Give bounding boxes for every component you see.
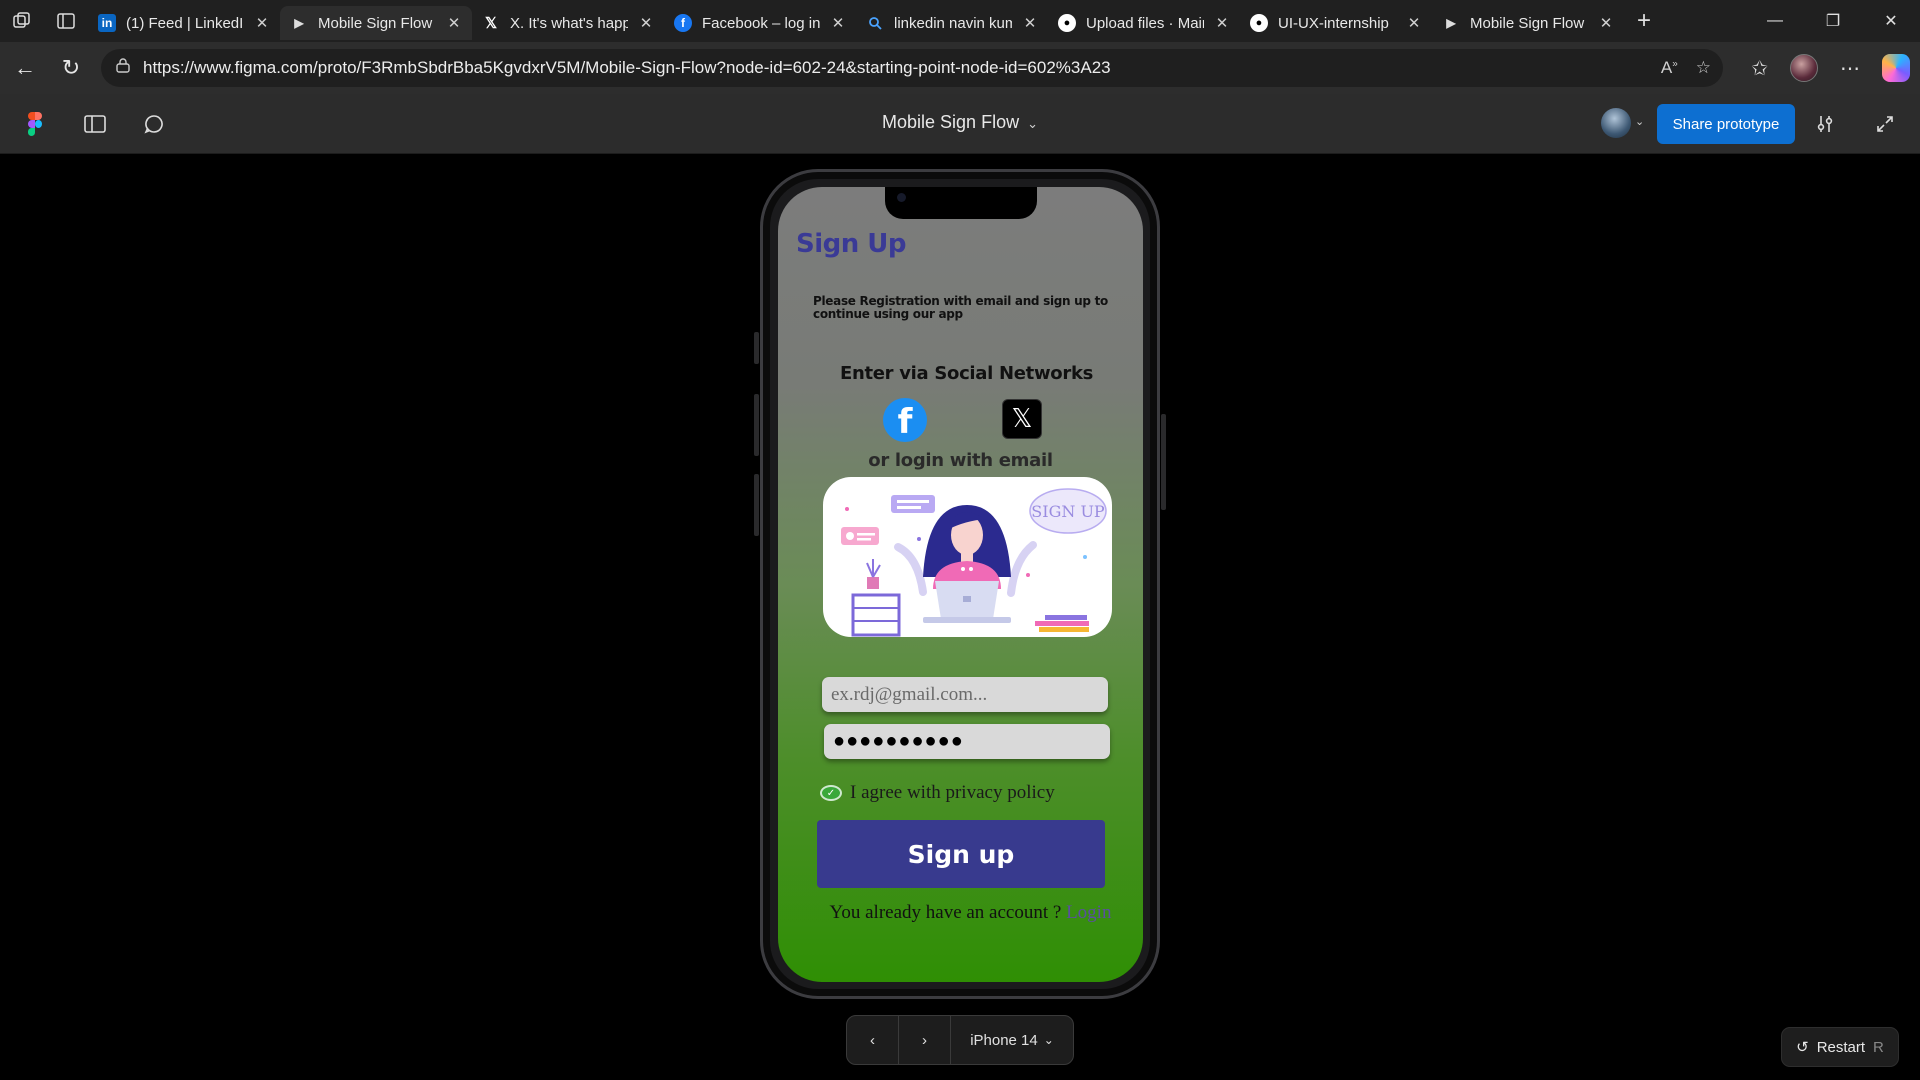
vertical-tabs-icon[interactable] (44, 0, 88, 42)
search-icon (866, 14, 884, 32)
facebook-login-button[interactable]: f (883, 398, 927, 442)
minimize-icon[interactable]: — (1746, 0, 1804, 42)
address-bar[interactable]: https://www.figma.com/proto/F3RmbSbdrBba… (101, 49, 1723, 87)
phone-power-button (1161, 414, 1166, 510)
login-link[interactable]: Login (1066, 902, 1111, 923)
restore-icon[interactable]: ❐ (1804, 0, 1862, 42)
x-icon: 𝕏 (1011, 404, 1033, 434)
tab-linkedin-feed[interactable]: in (1) Feed | LinkedIn ✕ (88, 6, 280, 40)
tab-title: linkedin navin kumar (894, 14, 1012, 32)
already-account-row: You already have an account ? Login (778, 902, 1143, 924)
phone-notch (885, 187, 1037, 219)
already-account-text: You already have an account ? (829, 902, 1062, 923)
facebook-icon: f (897, 402, 913, 442)
browser-tab-strip: in (1) Feed | LinkedIn ✕ ▶ Mobile Sign F… (0, 0, 1920, 42)
restart-button[interactable]: ↺ Restart R (1781, 1027, 1899, 1067)
tab-search[interactable]: linkedin navin kumar ✕ (856, 6, 1048, 40)
page-title: Sign Up (796, 229, 907, 259)
figma-play-icon: ▶ (294, 16, 304, 30)
read-aloud-icon[interactable]: A» (1661, 58, 1678, 78)
tab-title: (1) Feed | LinkedIn (126, 14, 244, 32)
chevron-down-icon: ⌄ (1043, 1033, 1054, 1047)
prototype-title-text: Mobile Sign Flow (882, 112, 1020, 132)
close-icon[interactable]: ✕ (830, 14, 846, 32)
favorite-star-icon[interactable]: ☆ (1696, 58, 1711, 78)
chevron-down-icon: ⌄ (1027, 116, 1038, 131)
figma-prototype-toolbar: Mobile Sign Flow ⌄ ⌄ Share prototype (0, 94, 1920, 154)
more-options-icon[interactable]: ⋯ (1840, 56, 1860, 81)
workspaces-icon[interactable] (0, 0, 44, 42)
url-text: https://www.figma.com/proto/F3RmbSbdrBba… (143, 58, 1111, 77)
privacy-agree-label: I agree with privacy policy (850, 782, 1055, 803)
tab-title: UI-UX-internship (1278, 14, 1389, 32)
tab-mobile-sign-flow[interactable]: ▶ Mobile Sign Flow ✕ (280, 6, 472, 40)
linkedin-icon: in (98, 14, 116, 32)
fullscreen-icon[interactable] (1868, 107, 1902, 141)
tab-github-internship[interactable]: ● UI-UX-internship ✕ (1240, 6, 1432, 40)
prototype-title[interactable]: Mobile Sign Flow ⌄ (0, 112, 1920, 133)
settings-sliders-icon[interactable] (1808, 107, 1842, 141)
privacy-agree-row[interactable]: ✓ I agree with privacy policy (820, 782, 1055, 804)
favorites-icon[interactable]: ✩ (1751, 56, 1768, 81)
close-icon[interactable]: ✕ (1598, 14, 1614, 32)
github-icon: ● (1058, 14, 1076, 32)
device-selector[interactable]: iPhone 14 ⌄ (951, 1015, 1073, 1065)
phone-volume-down (754, 474, 759, 536)
address-bar-row: ← ↻ https://www.figma.com/proto/F3RmbSbd… (0, 42, 1920, 94)
tab-title: Upload files · Main (1086, 14, 1204, 32)
camera-icon (897, 193, 906, 202)
close-icon[interactable]: ✕ (1214, 14, 1230, 32)
prototype-navigation: ‹ › iPhone 14 ⌄ (846, 1015, 1074, 1065)
copilot-icon[interactable] (1882, 54, 1910, 82)
x-login-button[interactable]: 𝕏 (1002, 399, 1042, 439)
close-icon[interactable]: ✕ (254, 14, 270, 32)
phone-volume-up (754, 394, 759, 456)
device-label: iPhone 14 (970, 1031, 1038, 1049)
close-icon[interactable]: ✕ (1406, 14, 1422, 32)
next-frame-button[interactable]: › (899, 1015, 951, 1065)
close-icon[interactable]: ✕ (1022, 14, 1038, 32)
refresh-button[interactable]: ↻ (48, 45, 94, 91)
browser-profile-avatar[interactable] (1790, 54, 1818, 82)
tab-github-upload[interactable]: ● Upload files · Main ✕ (1048, 6, 1240, 40)
restart-icon: ↺ (1796, 1039, 1809, 1056)
figma-play-icon: ▶ (1446, 16, 1456, 30)
phone-screen: Sign Up Please Registration with email a… (778, 187, 1143, 982)
close-icon[interactable]: ✕ (446, 14, 462, 32)
signup-button[interactable]: Sign up (817, 820, 1105, 888)
chevron-right-icon: › (922, 1031, 927, 1049)
x-icon: 𝕏 (484, 15, 498, 32)
tab-mobile-sign-flow-2[interactable]: ▶ Mobile Sign Flow ✕ (1432, 6, 1624, 40)
new-tab-button[interactable]: + (1624, 4, 1664, 38)
github-icon: ● (1250, 14, 1268, 32)
chevron-left-icon: ‹ (870, 1031, 875, 1049)
close-window-icon[interactable]: ✕ (1862, 0, 1920, 42)
password-field[interactable]: ●●●●●●●●●● (824, 724, 1110, 759)
restart-label: Restart (1816, 1038, 1866, 1056)
close-icon[interactable]: ✕ (638, 14, 654, 32)
tab-title: X. It's what's happening (510, 14, 628, 32)
restart-shortcut: R (1873, 1038, 1884, 1056)
social-heading: Enter via Social Networks (839, 363, 1094, 384)
checkbox-checked-icon[interactable]: ✓ (820, 785, 842, 801)
share-prototype-button[interactable]: Share prototype (1657, 104, 1795, 144)
facebook-icon: f (674, 14, 692, 32)
tab-title: Mobile Sign Flow (1470, 14, 1585, 32)
illustration-signup-text: SIGN UP (1031, 502, 1105, 521)
site-info-icon[interactable] (115, 57, 131, 79)
tab-title: Mobile Sign Flow (318, 14, 433, 32)
tab-title: Facebook – log in or sign up (702, 14, 820, 32)
user-avatar[interactable] (1601, 108, 1631, 138)
email-field[interactable]: ex.rdj@gmail.com... (822, 677, 1108, 712)
window-controls: — ❐ ✕ (1746, 0, 1920, 42)
signup-illustration: SIGN UP (823, 477, 1112, 637)
tab-x[interactable]: 𝕏 X. It's what's happening ✕ (472, 6, 664, 40)
tab-facebook[interactable]: f Facebook – log in or sign up ✕ (664, 6, 856, 40)
back-button[interactable]: ← (2, 45, 48, 91)
phone-mute-switch (754, 332, 759, 364)
previous-frame-button[interactable]: ‹ (847, 1015, 899, 1065)
or-login-email-label: or login with email (868, 450, 1053, 471)
page-subtitle: Please Registration with email and sign … (813, 294, 1108, 321)
chevron-down-icon[interactable]: ⌄ (1635, 115, 1644, 128)
